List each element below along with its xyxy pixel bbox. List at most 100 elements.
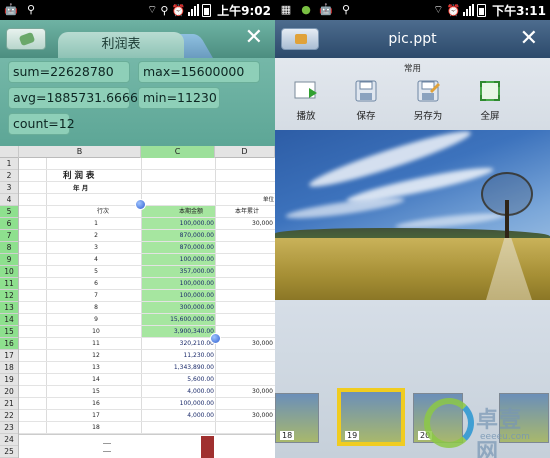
play-button[interactable]: 播放 [281, 78, 331, 122]
table-cell[interactable]: 本期金额 [161, 206, 221, 218]
row-header[interactable]: 14 [0, 314, 18, 326]
table-cell[interactable]: 10 [81, 326, 111, 338]
table-cell[interactable]: 年 月 [73, 182, 113, 194]
row-header[interactable]: 25 [0, 446, 18, 458]
row-header[interactable]: 17 [0, 350, 18, 362]
tab-sheet[interactable]: 利润表 [58, 32, 184, 58]
table-cell[interactable]: 30,000 [217, 410, 273, 422]
close-icon[interactable]: ✕ [245, 27, 263, 49]
spreadsheet-grid[interactable]: B C D 1 2 3 4 5 6 7 8 9 10 11 12 13 14 15 16 17 18 19 20 21 2… [0, 146, 275, 458]
slide-thumbnail-strip[interactable]: 18 19 20 卓壹网 eeeeu.com [275, 300, 550, 458]
table-cell[interactable]: 4,000.00 [144, 410, 214, 422]
selection-handle-top[interactable] [135, 199, 146, 210]
slide-image[interactable] [275, 130, 550, 300]
column-header-b[interactable]: B [19, 146, 141, 158]
table-cell[interactable]: 5,600.00 [144, 374, 214, 386]
table-cell[interactable] [144, 422, 214, 434]
table-cell[interactable] [217, 314, 273, 326]
table-cell[interactable]: 100,000.00 [144, 218, 214, 230]
selection-handle-bottom[interactable] [210, 333, 221, 344]
column-header-c[interactable]: C [141, 146, 215, 158]
table-cell[interactable]: 4 [81, 254, 111, 266]
table-cell[interactable] [217, 302, 273, 314]
table-cell[interactable]: 1 [81, 218, 111, 230]
row-header[interactable]: 20 [0, 386, 18, 398]
row-header[interactable]: 8 [0, 242, 18, 254]
table-cell[interactable]: 30,000 [217, 218, 273, 230]
row-header[interactable]: 16 [0, 338, 18, 350]
table-cell[interactable]: 5 [81, 266, 111, 278]
table-cell[interactable]: 行次 [88, 206, 118, 218]
table-cell[interactable] [217, 230, 273, 242]
row-header[interactable]: 11 [0, 278, 18, 290]
table-cell[interactable]: 3,900,340.00 [144, 326, 214, 338]
table-cell[interactable]: 1,343,890.00 [144, 362, 214, 374]
table-cell[interactable]: 11 [81, 338, 111, 350]
table-cell[interactable]: 本年累计 [217, 206, 275, 218]
row-header[interactable]: 15 [0, 326, 18, 338]
table-cell[interactable]: 2 [81, 230, 111, 242]
table-cell[interactable]: 9 [81, 314, 111, 326]
table-cell[interactable] [217, 362, 273, 374]
table-cell[interactable]: 8 [81, 302, 111, 314]
table-cell[interactable]: 3 [81, 242, 111, 254]
table-cell[interactable]: 单位 [263, 194, 275, 206]
row-header[interactable]: 22 [0, 410, 18, 422]
table-cell[interactable]: 15 [81, 386, 111, 398]
table-cell[interactable] [217, 422, 273, 434]
table-cell[interactable] [217, 254, 273, 266]
table-cell[interactable]: 利 润 表 [63, 170, 123, 182]
row-header[interactable]: 9 [0, 254, 18, 266]
table-cell[interactable] [217, 374, 273, 386]
save-as-button[interactable]: 另存为 [403, 78, 453, 122]
table-cell[interactable]: 100,000.00 [144, 290, 214, 302]
cell-area[interactable]: 利 润 表年 月单位 行次 本期金额 本年累计 1 100,000.00 30,000 2 87… [19, 158, 275, 458]
table-cell[interactable]: 16 [81, 398, 111, 410]
row-header[interactable]: 13 [0, 302, 18, 314]
menu-handle-button[interactable] [281, 28, 319, 50]
table-cell[interactable]: 13 [81, 362, 111, 374]
table-cell[interactable]: 100,000.00 [144, 254, 214, 266]
table-cell[interactable]: 6 [81, 278, 111, 290]
table-cell[interactable]: 12 [81, 350, 111, 362]
table-cell[interactable]: 14 [81, 374, 111, 386]
row-header[interactable]: 10 [0, 266, 18, 278]
row-header[interactable]: 3 [0, 182, 18, 194]
table-cell[interactable]: 870,000.00 [144, 230, 214, 242]
table-cell[interactable]: 17 [81, 410, 111, 422]
row-header[interactable]: 23 [0, 422, 18, 434]
fullscreen-button[interactable]: 全屏 [465, 78, 515, 122]
column-header-d[interactable]: D [215, 146, 275, 158]
table-cell[interactable] [217, 290, 273, 302]
table-cell[interactable]: 870,000.00 [144, 242, 214, 254]
row-header[interactable]: 5 [0, 206, 18, 218]
table-cell[interactable]: 30,000 [217, 338, 273, 350]
table-cell[interactable]: 18 [81, 422, 111, 434]
table-cell[interactable] [217, 278, 273, 290]
table-cell[interactable]: 4,000.00 [144, 386, 214, 398]
table-cell[interactable]: 300,000.00 [144, 302, 214, 314]
row-header[interactable]: 4 [0, 194, 18, 206]
row-header[interactable]: 1 [0, 158, 18, 170]
table-cell[interactable] [217, 242, 273, 254]
table-cell[interactable]: 100,000.00 [144, 278, 214, 290]
slide-thumbnail-selected[interactable]: 19 [337, 388, 405, 446]
table-cell[interactable] [217, 350, 273, 362]
row-header[interactable]: 24 [0, 434, 18, 446]
menu-handle-button[interactable] [6, 28, 46, 50]
table-cell[interactable]: 357,000.00 [144, 266, 214, 278]
table-cell[interactable] [217, 398, 273, 410]
table-cell[interactable]: 100,000.00 [144, 398, 214, 410]
slide-thumbnail[interactable]: 18 [275, 393, 319, 443]
table-cell[interactable]: 320,210.00 [144, 338, 214, 350]
table-cell[interactable]: 7 [81, 290, 111, 302]
table-cell[interactable] [217, 266, 273, 278]
table-cell[interactable]: 15,600,000.00 [144, 314, 214, 326]
close-icon[interactable]: ✕ [520, 28, 538, 50]
table-cell[interactable] [217, 326, 273, 338]
row-header[interactable]: 21 [0, 398, 18, 410]
save-button[interactable]: 保存 [341, 78, 391, 122]
table-cell[interactable]: 30,000 [217, 386, 273, 398]
table-cell[interactable]: 11,230.00 [144, 350, 214, 362]
row-header[interactable]: 12 [0, 290, 18, 302]
